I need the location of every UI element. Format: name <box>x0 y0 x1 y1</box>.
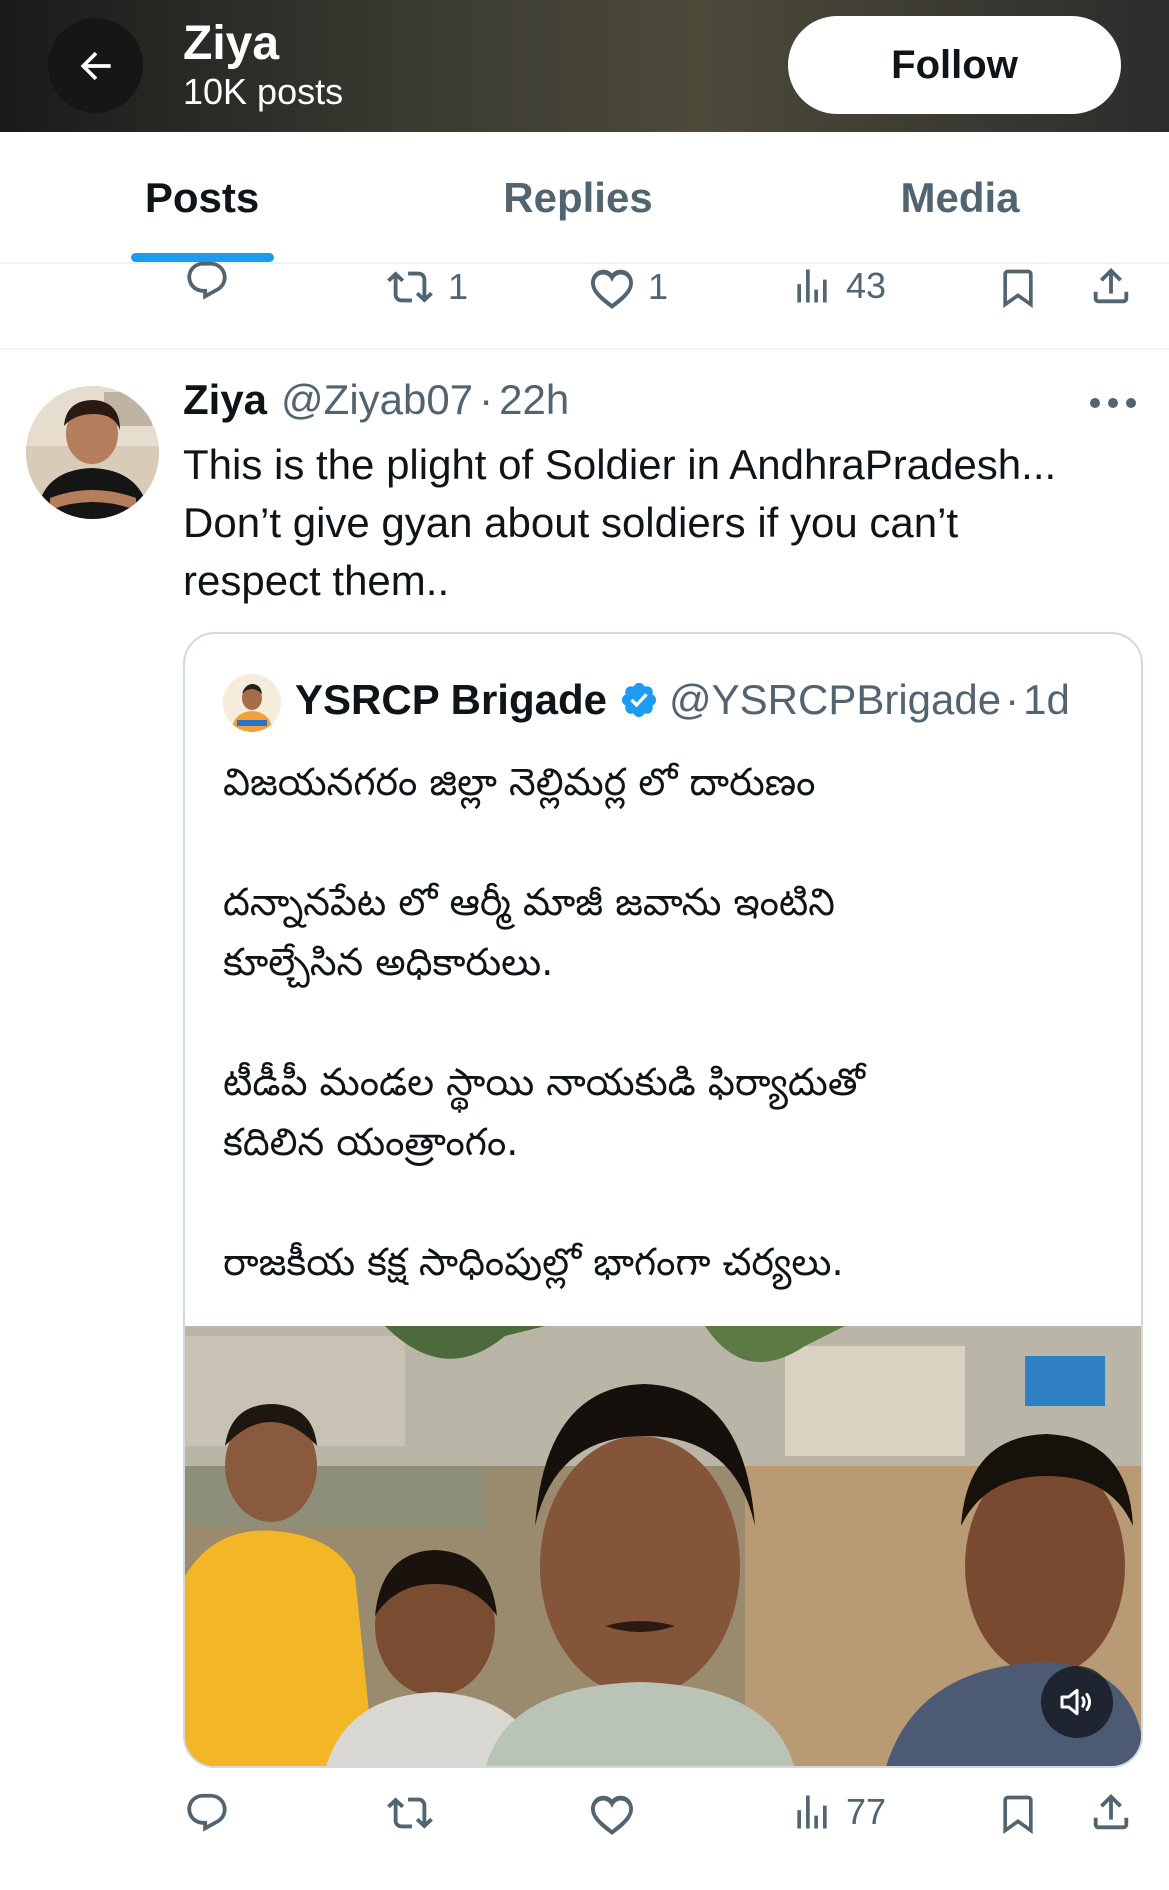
quoted-video[interactable] <box>185 1326 1141 1766</box>
reply-icon <box>187 261 227 300</box>
bookmark-icon <box>1003 269 1033 309</box>
post-text-line: respect them.. <box>183 557 450 604</box>
quoted-post-text: విజయనగరం జిల్లా నెల్లిమర్ల లో దారుణం దన్… <box>223 752 1123 1292</box>
author-avatar[interactable] <box>26 386 159 519</box>
views-button[interactable]: 77 <box>790 1790 886 1834</box>
quoted-paragraph: టీడీపీ మండల స్థాయి నాయకుడి ఫిర్యాదుతో కద… <box>223 1052 1123 1172</box>
bookmark-button[interactable] <box>996 264 1040 312</box>
post-timestamp[interactable]: 22h <box>499 376 569 424</box>
views-icon <box>797 269 827 303</box>
quoted-paragraph: రాజకీయ కక్ష సాధింపుల్లో భాగంగా చర్యలు. <box>223 1232 1123 1292</box>
reply-icon <box>187 1793 227 1832</box>
reply-button[interactable] <box>184 258 230 304</box>
quoted-post[interactable]: YSRCP Brigade @YSRCPBrigade · 1d విజయనగర… <box>183 632 1143 1768</box>
views-count: 43 <box>846 265 887 306</box>
quoted-text-line: కూల్చేసిన అధికారులు. <box>223 940 554 984</box>
views-button[interactable]: 43 <box>790 264 886 308</box>
post-header: Ziya @Ziyab07 · 22h <box>183 376 569 436</box>
repost-button[interactable]: 1 <box>384 264 468 310</box>
quoted-text-line: టీడీపీ మండల స్థాయి నాయకుడి ఫిర్యాదుతో <box>223 1060 865 1104</box>
quoted-timestamp: 1d <box>1023 676 1070 723</box>
post-text-line: Don’t give gyan about soldiers if you ca… <box>183 499 959 546</box>
post-text-line: This is the plight of Soldier in AndhraP… <box>183 441 1057 488</box>
quoted-text-line: విజయనగరం జిల్లా నెల్లిమర్ల లో దారుణం <box>223 760 816 804</box>
repost-button[interactable] <box>384 1790 436 1836</box>
quoted-post-header: YSRCP Brigade @YSRCPBrigade · 1d <box>295 670 1070 730</box>
like-button[interactable]: 1 <box>588 264 668 310</box>
share-button[interactable] <box>1088 262 1134 310</box>
repost-icon <box>387 1797 433 1829</box>
share-icon <box>1093 1793 1129 1830</box>
quoted-text-line: కదిలిన యంత్రాంగం. <box>223 1120 519 1164</box>
like-icon <box>591 1795 633 1835</box>
profile-header: Ziya 10K posts Follow <box>0 0 1169 132</box>
header-title: Ziya <box>183 17 280 70</box>
header-post-count: 10K posts <box>183 71 344 112</box>
like-count: 1 <box>648 266 669 307</box>
back-button[interactable] <box>48 18 143 113</box>
back-arrow-icon <box>80 51 111 80</box>
tab-posts[interactable]: Posts <box>72 132 332 264</box>
repost-icon <box>387 271 433 303</box>
post-text: This is the plight of Soldier in AndhraP… <box>183 436 1143 610</box>
verified-badge-icon <box>619 680 659 720</box>
profile-tabs: Posts Replies Media <box>0 132 1169 264</box>
volume-icon <box>1060 1688 1091 1716</box>
previous-post-action-bar: 1 1 43 <box>0 261 1169 334</box>
quoted-paragraph: దన్నానపేట లో ఆర్మీ మాజీ జవాను ఇంటిని కూల… <box>223 872 1123 992</box>
post-author-handle[interactable]: @Ziyab07 <box>281 376 473 424</box>
views-count: 77 <box>846 1791 887 1832</box>
repost-count: 1 <box>448 266 469 307</box>
quoted-author-name: YSRCP Brigade <box>295 676 607 723</box>
like-icon <box>591 269 633 309</box>
video-thumbnail <box>185 1326 1141 1766</box>
quoted-text-line: రాజకీయ కక్ష సాధింపుల్లో భాగంగా చర్యలు. <box>223 1240 844 1284</box>
share-icon <box>1093 267 1129 304</box>
post-action-bar: 77 <box>0 1790 1169 1860</box>
quoted-separator: · <box>1005 676 1020 723</box>
reply-button[interactable] <box>184 1790 230 1836</box>
post-author-name[interactable]: Ziya <box>183 376 267 424</box>
quoted-paragraph: విజయనగరం జిల్లా నెల్లిమర్ల లో దారుణం <box>223 752 1123 812</box>
like-button[interactable] <box>588 1790 636 1836</box>
quoted-text-line: దన్నానపేట లో ఆర్మీ మాజీ జవాను ఇంటిని <box>223 880 835 924</box>
bookmark-icon <box>1003 1795 1033 1835</box>
follow-button[interactable]: Follow <box>788 16 1121 114</box>
quoted-author-handle: @YSRCPBrigade <box>669 676 1002 723</box>
quoted-author-avatar <box>223 674 281 732</box>
post-divider <box>0 348 1169 350</box>
mute-toggle-button[interactable] <box>1041 1666 1113 1738</box>
more-options-icon[interactable] <box>1090 395 1138 411</box>
tab-media[interactable]: Media <box>830 132 1090 264</box>
share-button[interactable] <box>1088 1788 1134 1836</box>
views-icon <box>797 1795 827 1829</box>
bookmark-button[interactable] <box>996 1790 1040 1838</box>
post-separator: · <box>479 376 494 423</box>
tab-replies[interactable]: Replies <box>448 132 708 264</box>
